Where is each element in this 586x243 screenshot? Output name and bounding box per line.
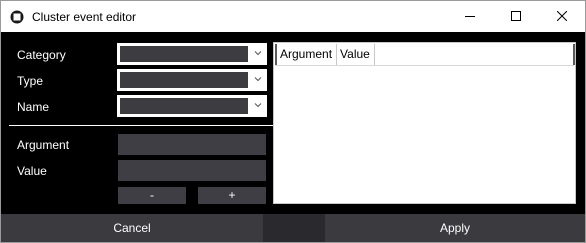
category-select-value [120,46,248,62]
name-select[interactable] [117,95,267,117]
column-header-argument[interactable]: Argument [275,44,338,65]
type-select[interactable] [117,69,267,91]
app-icon [10,10,24,24]
maximize-button[interactable] [493,1,539,32]
close-button[interactable] [539,1,585,32]
add-argument-button[interactable]: + [198,187,266,204]
header-separator [275,65,574,66]
minimize-button[interactable] [447,1,493,32]
value-label: Value [17,164,47,178]
category-select[interactable] [117,43,267,65]
apply-button[interactable]: Apply [325,214,585,242]
value-input[interactable] [118,160,266,181]
argument-label: Argument [17,138,70,152]
chevron-down-icon [254,77,262,82]
chevron-down-icon [254,51,262,56]
name-label: Name [17,100,50,114]
argument-input[interactable] [118,134,266,155]
table-left-edge [275,44,277,65]
minimize-icon [465,16,475,17]
type-select-value [120,72,248,88]
chevron-down-icon [254,103,262,108]
cluster-event-editor-window: Cluster event editor Category Type Name … [0,0,586,243]
remove-argument-button[interactable]: - [118,187,186,204]
window-title: Cluster event editor [32,10,137,24]
name-select-value [120,98,248,114]
title-bar[interactable]: Cluster event editor [1,1,585,32]
table-right-edge [573,44,575,65]
column-header-value[interactable]: Value [337,44,375,65]
category-label: Category [17,48,66,62]
cancel-button[interactable]: Cancel [1,214,263,242]
section-divider [9,125,273,126]
arguments-table[interactable]: Argument Value [273,42,576,204]
type-label: Type [17,74,44,88]
maximize-icon [511,11,521,21]
footer-spacer [263,214,325,242]
table-header: Argument Value [275,44,375,65]
dialog-footer: Cancel Apply [1,214,585,242]
close-icon [557,11,567,21]
